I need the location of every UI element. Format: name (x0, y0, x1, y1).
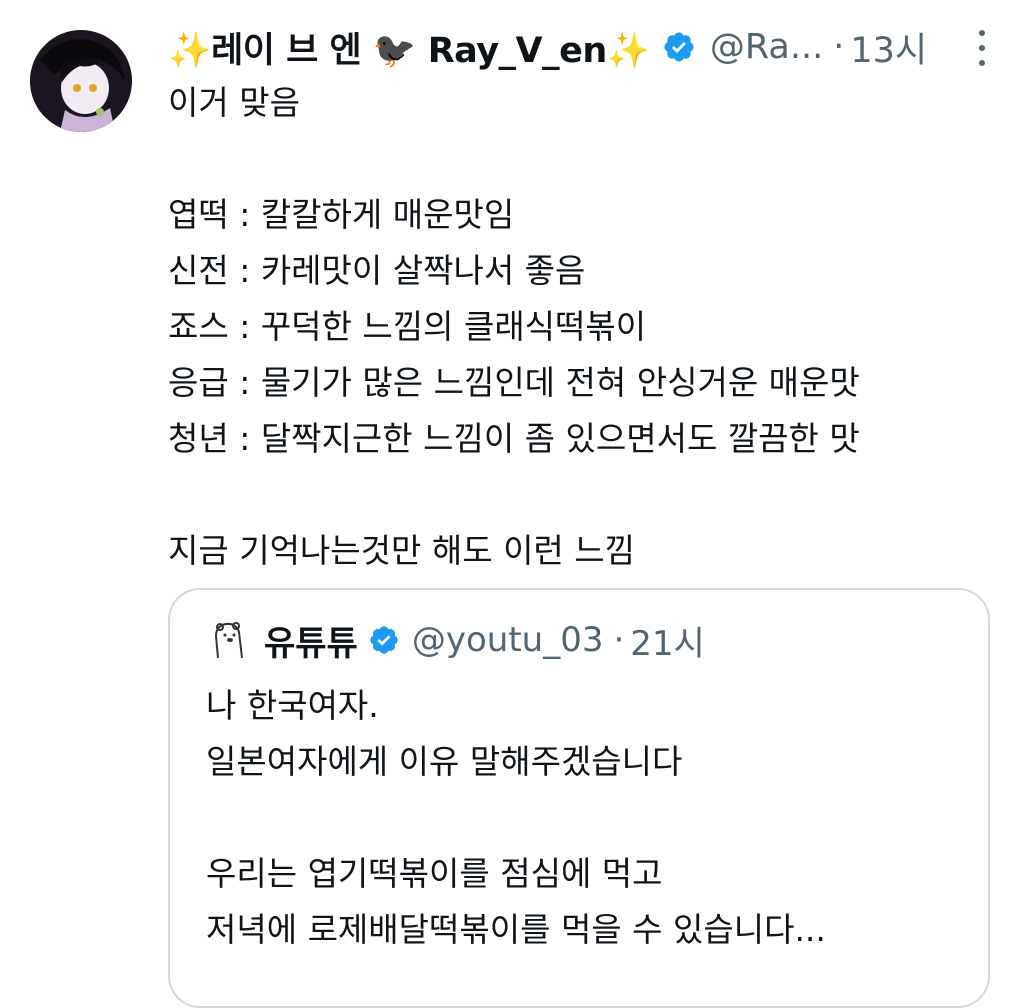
tweet-line (168, 131, 998, 187)
more-vertical-icon[interactable] (970, 30, 994, 66)
separator-dot: · (613, 620, 625, 660)
timestamp[interactable]: 13시 (850, 22, 927, 73)
more-dot (979, 30, 985, 36)
separator-dot: · (833, 27, 845, 67)
tweet-line: 엽떡 : 칼칼하게 매운맛임 (168, 195, 515, 234)
tweet-line: 청년 : 달짝지근한 느낌이 좀 있으면서도 깔끔한 맛 (168, 419, 860, 458)
tweet-header: ✨레이 브 엔 🐦‍⬛ Ray_V_en✨ @Ra... · 13시 (168, 22, 998, 72)
avatar-illustration (30, 30, 132, 132)
more-dot (979, 45, 985, 51)
quoted-line: 저녁에 로제배달떡볶이를 먹을 수 있습니다... (206, 910, 826, 949)
tweet-text: 이거 맞음 엽떡 : 칼칼하게 매운맛임 신전 : 카레맛이 살짝나서 좋음 죠… (168, 75, 998, 579)
display-name[interactable]: ✨레이 브 엔 🐦‍⬛ Ray_V_en✨ (168, 22, 650, 73)
more-dot (979, 60, 985, 66)
bear-avatar-icon[interactable] (206, 618, 250, 662)
quoted-tweet-header: 유튜튜 @youtu_03 · 21시 (206, 616, 705, 664)
tweet-line: 지금 기억나는것만 해도 이런 느낌 (168, 531, 635, 570)
tweet-line (168, 467, 998, 523)
quoted-line (206, 790, 966, 846)
quoted-tweet-text: 나 한국여자. 일본여자에게 이유 말해주겠습니다 우리는 엽기떡볶이를 점심에… (206, 678, 966, 958)
user-handle[interactable]: @Ra... (710, 27, 823, 67)
quoted-line: 일본여자에게 이유 말해주겠습니다 (206, 742, 683, 781)
quoted-tweet[interactable]: 유튜튜 @youtu_03 · 21시 나 한국여자. 일본여자에게 이유 말해… (168, 588, 990, 1008)
quoted-display-name[interactable]: 유튜튜 (264, 616, 358, 665)
tweet-line: 응급 : 물기가 많은 느낌인데 전혀 안싱거운 매운맛 (168, 363, 860, 402)
quoted-line: 우리는 엽기떡볶이를 점심에 먹고 (206, 854, 663, 893)
quoted-line: 나 한국여자. (206, 686, 379, 725)
verified-badge-icon (662, 30, 696, 64)
quoted-user-handle[interactable]: @youtu_03 (412, 620, 604, 660)
tweet-line: 죠스 : 꾸덕한 느낌의 클래식떡볶이 (168, 307, 647, 346)
quoted-timestamp: 21시 (630, 623, 705, 664)
tweet-line: 이거 맞음 (168, 83, 300, 122)
avatar[interactable] (30, 30, 132, 132)
verified-badge-icon (368, 624, 400, 656)
tweet-line: 신전 : 카레맛이 살짝나서 좋음 (168, 251, 586, 290)
